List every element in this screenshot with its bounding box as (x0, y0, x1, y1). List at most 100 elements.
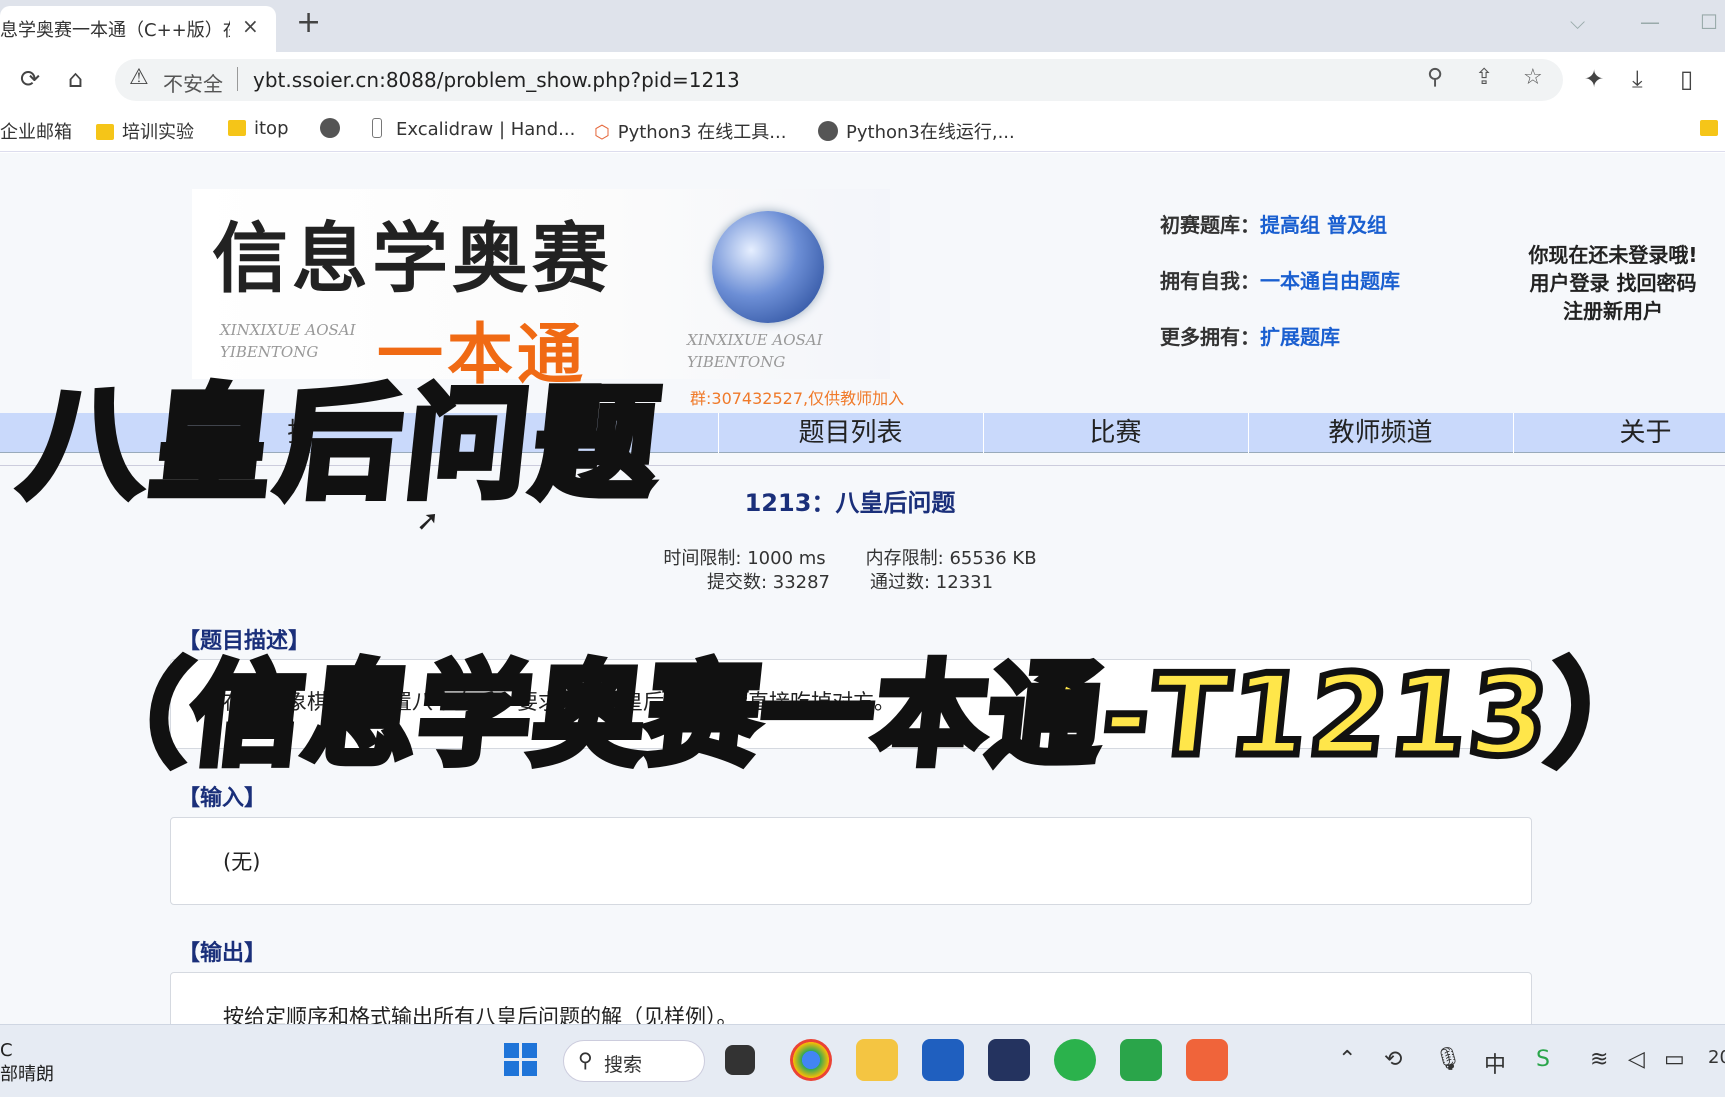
preliminary-bank-link[interactable]: 提高组 普及组 (1260, 213, 1387, 237)
omnibox-separator (237, 67, 238, 91)
browser-toolbar: ⟳ ⌂ ⚠ 不安全 ybt.ssoier.cn:8088/problem_sho… (0, 52, 1725, 108)
volume-icon[interactable]: ◁ (1628, 1047, 1645, 1072)
bookmark-item[interactable] (320, 118, 348, 140)
start-menu-icon[interactable] (500, 1039, 542, 1081)
link-label: 更多拥有： (1160, 325, 1260, 349)
link-row: 拥有自我：一本通自由题库 (1160, 265, 1400, 321)
taskbar-search[interactable]: ⚲ 搜索 (563, 1040, 705, 1082)
logo-title: 信息学奥赛 (212, 214, 612, 303)
active-tab[interactable]: 息学奥赛一本通（C++版）在 × (0, 6, 276, 52)
tab-search-icon[interactable]: ⌵ (1570, 10, 1585, 34)
time-limit: 时间限制: 1000 ms (663, 548, 826, 569)
memory-limit: 内存限制: 65536 KB (865, 548, 1037, 569)
task-view-icon[interactable] (725, 1045, 755, 1075)
register-link[interactable]: 注册新用户 (1508, 297, 1718, 325)
other-bookmarks-folder[interactable] (1700, 118, 1725, 139)
ime-icon[interactable]: 中 (1484, 1047, 1506, 1079)
tab-strip: 息学奥赛一本通（C++版）在 × + ⌵ — ☐ (0, 0, 1725, 52)
reload-icon[interactable]: ⟳ (20, 64, 40, 94)
pinyin-line: YIBENTONG (687, 353, 786, 371)
pinyin-line: XINXIXUE AOSAI (220, 321, 356, 339)
logo-pinyin-right: XINXIXUE AOSAI YIBENTONG (687, 329, 823, 373)
chrome-icon[interactable] (790, 1039, 832, 1081)
bookmark-item[interactable]: 企业邮箱 (0, 118, 72, 144)
web-page: 信息学奥赛 XINXIXUE AOSAI YIBENTONG 一本通 XINXI… (0, 153, 1725, 1024)
login-panel: 你现在还未登录哦! 用户登录 找回密码 注册新用户 (1508, 241, 1718, 325)
bookmarks-bar: 企业邮箱 培训实验 itop Excalidraw | Hand... ⬡ Pyt… (0, 108, 1725, 152)
share-icon[interactable]: ⇪ (1475, 65, 1493, 90)
search-label: 搜索 (604, 1054, 643, 1076)
whiteboard-icon[interactable] (922, 1039, 964, 1081)
new-tab-button[interactable]: + (296, 8, 321, 38)
devcpp-icon[interactable] (988, 1039, 1030, 1081)
url-text[interactable]: ybt.ssoier.cn:8088/problem_show.php?pid=… (253, 68, 740, 92)
camtasia-icon[interactable] (1120, 1039, 1162, 1081)
bookmark-folder[interactable]: itop (228, 118, 289, 139)
bookmark-label: Python3 在线工具... (617, 122, 787, 143)
globe-icon (320, 118, 340, 138)
bookmark-item[interactable]: ⬡ Python3 在线工具... (594, 118, 786, 144)
nav-item-teacher[interactable]: 教师频道 (1248, 413, 1512, 453)
windows-taskbar: C 部晴朗 ⚲ 搜索 ⌃ ⟲ 🎙 中 S ≋ ◁ ▭ 20 (0, 1024, 1725, 1097)
warning-icon[interactable]: ⚠ (129, 65, 149, 90)
link-row: 初赛题库：提高组 普及组 (1160, 209, 1400, 265)
file-explorer-icon[interactable] (856, 1039, 898, 1081)
microphone-icon[interactable]: 🎙 (1434, 1047, 1462, 1072)
login-links[interactable]: 用户登录 找回密码 (1508, 269, 1718, 297)
output-heading: 【输出】 (178, 941, 267, 966)
tray-expand-icon[interactable]: ⌃ (1338, 1047, 1356, 1072)
link-label: 初赛题库： (1160, 213, 1260, 237)
bookmark-label: Excalidraw | Hand... (396, 119, 576, 140)
sync-icon[interactable]: ⟲ (1384, 1047, 1402, 1072)
maximize-icon[interactable]: ☐ (1700, 10, 1718, 34)
accepted-count: 通过数: 12331 (870, 572, 994, 593)
weather-widget[interactable]: C 部晴朗 (0, 1039, 54, 1087)
qq-group-notice: 群:307432527,仅供教师加入 (690, 389, 905, 408)
bookmark-folder[interactable]: 培训实验 (96, 118, 194, 144)
problem-limits: 时间限制: 1000 ms 内存限制: 65536 KB 提交数: 33287 通过… (0, 547, 1700, 595)
battery-icon[interactable]: ▭ (1664, 1047, 1685, 1072)
app-tray-icon[interactable]: S (1536, 1047, 1550, 1072)
link-row: 更多拥有：扩展题库 (1160, 321, 1400, 377)
wechat-icon[interactable] (1054, 1039, 1096, 1081)
extended-bank-link[interactable]: 扩展题库 (1260, 325, 1340, 349)
nav-item-problems[interactable]: 题目列表 (718, 413, 982, 453)
bookmark-label: Python3在线运行,... (846, 122, 1015, 143)
minimize-icon[interactable]: — (1640, 10, 1660, 34)
input-text: (无) (223, 850, 261, 874)
tab-title: 息学奥赛一本通（C++版）在 (0, 20, 230, 41)
not-secure-label[interactable]: 不安全 (163, 68, 223, 97)
bookmark-item[interactable]: Python3在线运行,... (818, 118, 1015, 144)
nav-item-about[interactable]: 关于 (1513, 413, 1725, 453)
address-bar[interactable]: ⚠ 不安全 ybt.ssoier.cn:8088/problem_show.ph… (115, 59, 1563, 101)
excalidraw-icon (372, 118, 382, 138)
output-box: 按给定顺序和格式输出所有八皇后问题的解（见样例）。 (170, 972, 1532, 1024)
zoom-icon[interactable]: ⚲ (1427, 65, 1443, 90)
globe-logo-icon (712, 211, 824, 323)
wifi-icon[interactable]: ≋ (1590, 1047, 1608, 1072)
weather-temp: C (0, 1040, 13, 1061)
input-box: (无) (170, 817, 1532, 905)
folder-icon (228, 120, 246, 136)
side-panel-icon[interactable]: ▯ (1680, 64, 1693, 94)
folder-icon (1700, 120, 1718, 136)
bookmark-label: 培训实验 (122, 122, 194, 143)
overlay-title: 八皇后问题 (12, 370, 674, 519)
mouse-cursor-icon: ➚ (416, 504, 440, 537)
download-icon[interactable]: ⤓ (1632, 64, 1643, 94)
home-icon[interactable]: ⌂ (68, 64, 83, 94)
cube-icon: ⬡ (594, 122, 610, 143)
site-links: 初赛题库：提高组 普及组 拥有自我：一本通自由题库 更多拥有：扩展题库 (1160, 209, 1400, 377)
free-bank-link[interactable]: 一本通自由题库 (1260, 269, 1400, 293)
folder-icon (96, 124, 114, 140)
recorder-icon[interactable] (1186, 1039, 1228, 1081)
pinyin-line: XINXIXUE AOSAI (687, 331, 823, 349)
weather-desc: 部晴朗 (0, 1064, 54, 1085)
bookmark-star-icon[interactable]: ☆ (1523, 65, 1543, 90)
clock[interactable]: 20 (1708, 1047, 1725, 1068)
extensions-icon[interactable]: ✦ (1584, 64, 1604, 94)
bookmark-item[interactable]: Excalidraw | Hand... (372, 118, 575, 140)
nav-item-contest[interactable]: 比赛 (983, 413, 1247, 453)
output-text: 按给定顺序和格式输出所有八皇后问题的解（见样例）。 (223, 1005, 738, 1024)
tab-close-icon[interactable]: × (242, 14, 259, 38)
